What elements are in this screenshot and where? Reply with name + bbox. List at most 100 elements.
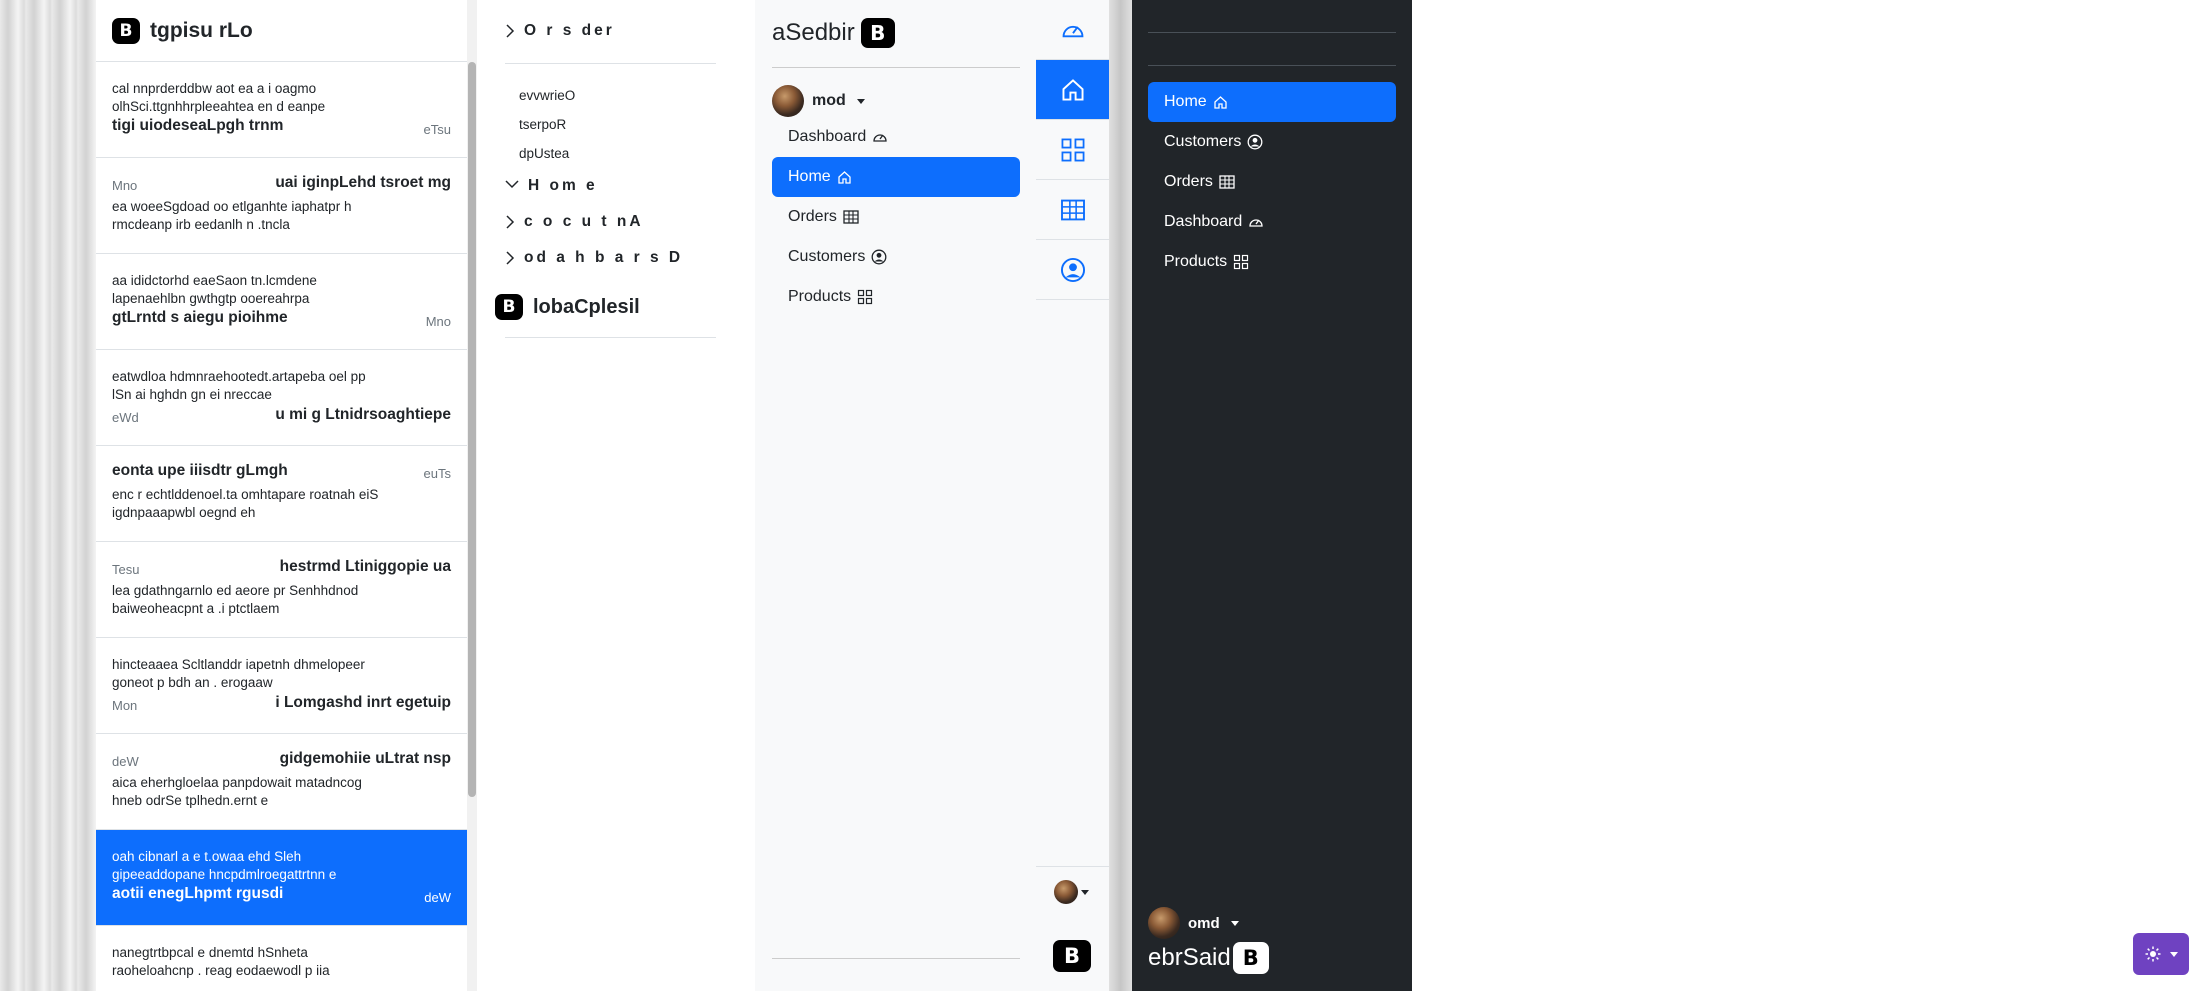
list-item-text: raoheloahcnp . reag eodaewodl p iia xyxy=(112,963,330,978)
collapsible-sidebar: O r s der evvwrieO tserpoR dpUstea H om … xyxy=(477,0,755,991)
nav-products[interactable]: Products xyxy=(772,277,1020,317)
nav-label: Dashboard xyxy=(1164,213,1243,230)
sidebar-brand[interactable]: aSedbir B xyxy=(772,18,895,48)
rail-user-dropdown[interactable] xyxy=(1054,880,1089,904)
list-item-text: aa ididctorhd eaeSaon tn.lcmdene xyxy=(112,273,317,288)
nav-orders[interactable]: Orders xyxy=(772,197,1020,237)
collapsible-brand-title: lobaCplesil xyxy=(533,295,640,318)
list-scrollbar[interactable] xyxy=(467,0,477,991)
divider xyxy=(1036,866,1109,867)
speedometer-icon xyxy=(1248,215,1264,229)
list-item-title: hestrmd Ltiniggopie ua xyxy=(279,558,451,575)
nav-dashboard[interactable]: Dashboard xyxy=(772,117,1020,157)
collapsible-brand[interactable]: B lobaCplesil xyxy=(495,294,640,320)
bootstrap-logo: B xyxy=(495,294,523,320)
nav-home[interactable]: Home xyxy=(772,157,1020,197)
chevron-right-icon xyxy=(505,215,515,229)
nav-dashboard[interactable]: Dashboard xyxy=(1148,202,1396,242)
list-item-active[interactable]: oah cibnarl a e t.owaa ehd Sleh gipeeadd… xyxy=(96,830,467,926)
list-panel-header[interactable]: B tgpisu rLo xyxy=(96,0,467,62)
list-item[interactable]: nanegtrtbpcal e dnemtd hSnheta raoheloah… xyxy=(96,926,467,991)
list-item-text: rmcdeanp irb eedanlh n .tncla xyxy=(112,217,290,232)
avatar xyxy=(1148,907,1180,939)
list-item-day: Mno xyxy=(112,178,138,193)
rail-orders[interactable] xyxy=(1036,180,1109,240)
caret-down-icon xyxy=(856,98,865,104)
list-item-title: i Lomgashd inrt egetuip xyxy=(275,694,451,711)
list-item-day: euTs xyxy=(423,466,451,481)
user-name: omd xyxy=(1188,914,1220,932)
list-item-text: lapenaehlbn gwthgtp ooereahrpa xyxy=(112,291,310,306)
table-icon xyxy=(843,210,859,224)
account-toggle[interactable]: c o c u t nA xyxy=(505,213,644,231)
bootstrap-logo[interactable]: B xyxy=(1053,940,1091,972)
table-icon xyxy=(1219,175,1235,189)
nav-label: Home xyxy=(788,168,831,185)
list-item[interactable]: deW gidgemohiie uLtrat nsp aica eherhglo… xyxy=(96,734,467,830)
list-item-text: enc r echtlddenoel.ta omhtapare roatnah … xyxy=(112,487,379,502)
table-icon xyxy=(1060,199,1086,221)
nav-label: Customers xyxy=(788,248,866,265)
light-sidebar: aSedbir B mod Dashboard Home Orders Cust… xyxy=(755,0,1036,991)
sidebar-brand-title: aSedbir xyxy=(772,19,855,46)
rail-home[interactable] xyxy=(1036,60,1109,120)
list-item[interactable]: eatwdloa hdmnraehootedt.artapeba oel pp … xyxy=(96,350,467,446)
rail-products[interactable] xyxy=(1036,120,1109,180)
sidebar-brand[interactable]: ebrSaid B xyxy=(1148,942,1269,974)
chevron-right-icon xyxy=(505,24,515,38)
grid-icon xyxy=(857,289,873,305)
user-dropdown[interactable]: omd xyxy=(1148,907,1239,939)
divider xyxy=(1148,32,1396,33)
list-item-text: hneb odrSe tplhedn.ernt e xyxy=(112,793,269,808)
list-item-title: uai iginpLehd tsroet mg xyxy=(275,174,451,191)
window-divider-strip xyxy=(1109,0,1132,991)
nav-orders[interactable]: Orders xyxy=(1148,162,1396,202)
dark-sidebar: Home Customers Orders Dashboard Products… xyxy=(1132,0,1412,991)
user-dropdown[interactable]: mod xyxy=(772,85,865,117)
nav-customers[interactable]: Customers xyxy=(772,237,1020,277)
divider xyxy=(505,337,716,338)
list-item[interactable]: Mno uai iginpLehd tsroet mg ea woeeSgdoa… xyxy=(96,158,467,254)
person-circle-icon xyxy=(1247,134,1263,150)
list-item-text: aica eherhgloelaa panpdowait matadncog xyxy=(112,775,362,790)
list-group-panel: B tgpisu rLo cal nnprderddbw aot ea a i … xyxy=(96,0,467,991)
orders-toggle[interactable]: O r s der xyxy=(505,22,615,40)
list-item-text: gipeeaddopane hncpdmlroegattrtnn e xyxy=(112,867,337,882)
list-item-title: eonta upe iiisdtr gLmgh xyxy=(112,462,288,479)
list-item-text: igdnpaaapwbl oegnd eh xyxy=(112,505,256,520)
nav-home[interactable]: Home xyxy=(1148,82,1396,122)
nav-products[interactable]: Products xyxy=(1148,242,1396,282)
list-item-day: eTsu xyxy=(423,122,451,137)
list-item-text: eatwdloa hdmnraehootedt.artapeba oel pp xyxy=(112,369,366,384)
nav-label: Orders xyxy=(788,208,837,225)
bootstrap-logo: B xyxy=(860,18,895,48)
list-item-text: hincteaaea Scltlanddr iapetnh dhmelopeer xyxy=(112,657,365,672)
window-divider-strip xyxy=(0,0,96,991)
theme-toggle-button[interactable] xyxy=(2133,933,2189,975)
list-item[interactable]: hincteaaea Scltlanddr iapetnh dhmelopeer… xyxy=(96,638,467,734)
list-item[interactable]: aa ididctorhd eaeSaon tn.lcmdene lapenae… xyxy=(96,254,467,350)
list-item-text: olhSci.ttgnhhrpleeahtea en d eanpe xyxy=(112,99,326,114)
scrollbar-thumb[interactable] xyxy=(468,62,476,797)
nav-customers[interactable]: Customers xyxy=(1148,122,1396,162)
nav-label: Products xyxy=(788,288,852,305)
sub-link-reports[interactable]: tserpoR xyxy=(519,117,566,132)
sub-link-updates[interactable]: dpUstea xyxy=(519,146,569,161)
sun-icon xyxy=(2145,946,2161,962)
speedometer-icon xyxy=(872,130,888,144)
list-item-text: cal nnprderddbw aot ea a i oagmo xyxy=(112,81,317,96)
rail-dashboard[interactable] xyxy=(1036,0,1109,60)
sub-link-overview[interactable]: evvwrieO xyxy=(519,88,575,103)
chevron-down-icon xyxy=(505,179,519,193)
list-item-text: lea gdathngarnlo ed aeore pr Senhhdnod xyxy=(112,583,359,598)
rail-customers[interactable] xyxy=(1036,240,1109,300)
home-toggle[interactable]: H om e xyxy=(505,177,598,195)
list-item[interactable]: cal nnprderddbw aot ea a i oagmo olhSci.… xyxy=(96,62,467,158)
nav-label: Dashboard xyxy=(788,128,867,145)
person-circle-icon xyxy=(1060,257,1086,283)
dashboard-toggle[interactable]: od a h b a r s D xyxy=(505,249,683,267)
house-icon xyxy=(1060,77,1086,103)
list-item[interactable]: eonta upe iiisdtr gLmgh euTs enc r echtl… xyxy=(96,446,467,542)
list-item[interactable]: Tesu hestrmd Ltiniggopie ua lea gdathnga… xyxy=(96,542,467,638)
list-item-day: Mno xyxy=(425,314,451,329)
